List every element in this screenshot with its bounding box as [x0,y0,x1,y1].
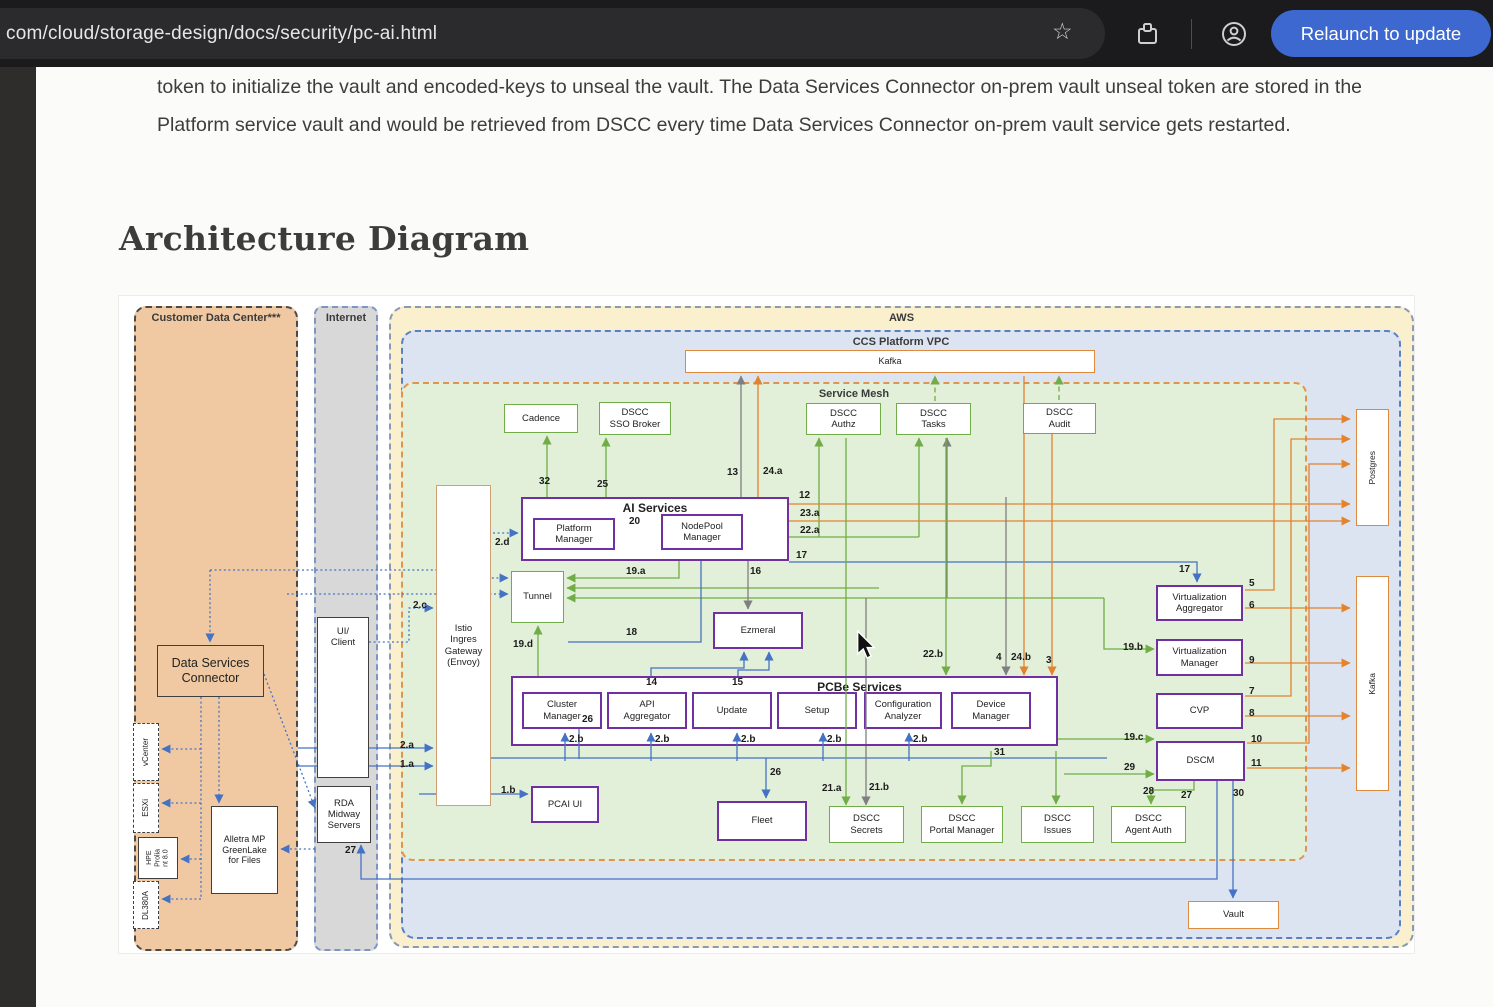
edge-label-26-26: 26 [770,767,781,778]
edge-label-3-32: 3 [1046,655,1052,666]
architecture-diagram: Customer Data Center***InternetAWSCCS Pl… [118,295,1415,954]
edge-label-1.b-17: 1.b [501,785,515,796]
edge-label-23.a-5: 23.a [800,508,819,519]
section-heading: Architecture Diagram [119,219,529,258]
edge-label-2.b-24: 2.b [913,734,927,745]
edge-label-12-4: 12 [799,490,810,501]
edge-label-6-36: 6 [1249,600,1255,611]
edge-label-22.a-6: 22.a [800,525,819,536]
address-bar[interactable]: com/cloud/storage-design/docs/security/p… [0,8,1105,59]
svg-overlay [119,296,1416,955]
extensions-icon[interactable] [1134,20,1162,48]
edge-label-15-19: 15 [732,677,743,688]
edge-label-5-35: 5 [1249,578,1255,589]
edge-label-18-12: 18 [626,627,637,638]
edge-label-13-2: 13 [727,467,738,478]
edge-label-1.a-16: 1.a [400,759,414,770]
edge-label-19.c-41: 19.c [1124,732,1143,743]
edge-label-2.b-20: 2.b [569,734,583,745]
edge-label-32-0: 32 [539,476,550,487]
edge-label-17-7: 17 [796,550,807,561]
mouse-cursor [853,630,879,660]
relaunch-to-update-button[interactable]: Relaunch to update [1271,10,1491,57]
edge-label-2.c-14: 2.c [413,600,427,611]
edge-label-26-25: 26 [582,714,593,725]
edge-label-2.b-22: 2.b [741,734,755,745]
url-text: com/cloud/storage-design/docs/security/p… [0,23,437,45]
edge-label-16-11: 16 [750,566,761,577]
edge-label-14-18: 14 [646,677,657,688]
edge-label-31-33: 31 [994,747,1005,758]
edge-label-29-43: 29 [1124,762,1135,773]
page-content: token to initialize the vault and encode… [36,67,1493,1007]
edge-label-25-1: 25 [597,479,608,490]
edge-label-24.a-3: 24.a [763,466,782,477]
edge-label-2.a-15: 2.a [400,740,414,751]
edge-label-27-48: 27 [345,845,356,856]
edge-label-21.b-28: 21.b [869,782,889,793]
edge-label-19.b-37: 19.b [1123,642,1143,653]
edge-label-2.b-23: 2.b [827,734,841,745]
edge-label-22.b-29: 22.b [923,649,943,660]
edge-label-24.b-31: 24.b [1011,652,1031,663]
body-paragraph: token to initialize the vault and encode… [157,68,1429,144]
edge-label-2.b-21: 2.b [655,734,669,745]
edge-label-11-44: 11 [1251,758,1262,769]
edge-label-21.a-27: 21.a [822,783,841,794]
edge-label-27-46: 27 [1181,790,1192,801]
edge-label-9-38: 9 [1249,655,1255,666]
edge-label-19.d-13: 19.d [513,639,533,650]
toolbar-divider [1191,19,1192,49]
edge-label-8-40: 8 [1249,708,1255,719]
edge-label-28-45: 28 [1143,786,1154,797]
browser-toolbar: com/cloud/storage-design/docs/security/p… [0,0,1493,67]
edge-label-10-42: 10 [1251,734,1262,745]
relaunch-button-label: Relaunch to update [1301,23,1461,45]
edge-label-17-34: 17 [1179,564,1190,575]
window-side-strip [0,67,36,1007]
edge-label-20-9: 20 [629,516,640,527]
edge-label-4-30: 4 [996,652,1002,663]
bookmark-star-icon[interactable]: ☆ [1052,18,1073,45]
edge-label-7-39: 7 [1249,686,1255,697]
profile-icon[interactable] [1220,20,1248,48]
edge-label-30-47: 30 [1233,788,1244,799]
edge-label-2.d-8: 2.d [495,537,509,548]
edge-label-19.a-10: 19.a [626,566,645,577]
